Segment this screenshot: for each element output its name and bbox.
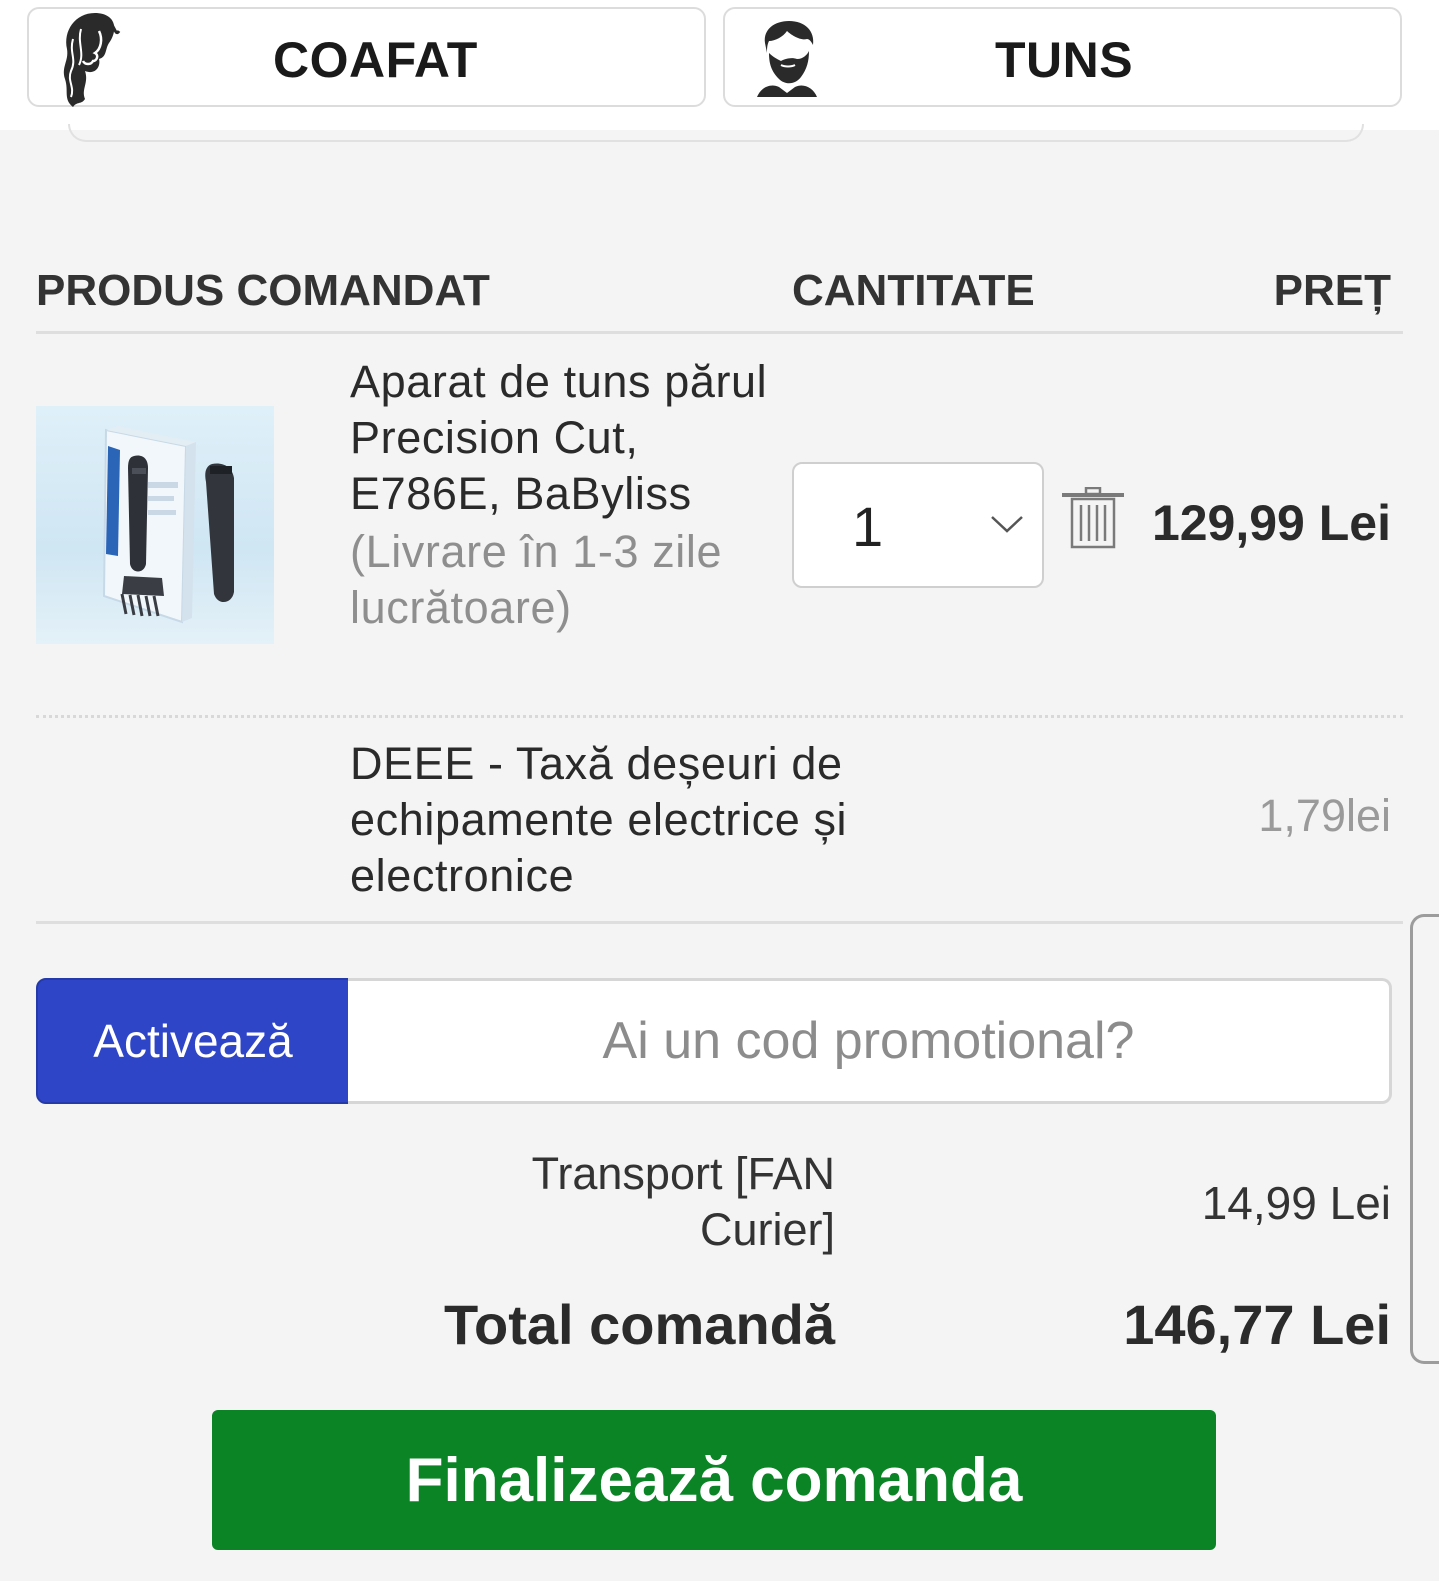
product-name-text: Aparat de tuns părul Precision Cut, E786… [350, 356, 768, 519]
category-coafat-label: COAFAT [273, 32, 478, 88]
woman-hair-icon [55, 9, 125, 114]
bearded-man-icon [751, 19, 821, 104]
category-bar: COAFAT TUNS [0, 0, 1439, 130]
quantity-select[interactable]: 1 [792, 462, 1044, 588]
delivery-estimate: (Livrare în 1-3 zile lucrătoare) [350, 526, 723, 633]
search-bar-edge [68, 124, 1364, 142]
total-label: Total comandă [443, 1293, 835, 1356]
total-price: 146,77 Lei [1123, 1293, 1391, 1356]
fee-name: DEEE - Taxă deșeuri de echipamente elect… [350, 738, 848, 901]
item-divider [36, 715, 1403, 718]
product-title[interactable]: Aparat de tuns părul Precision Cut, E786… [350, 354, 770, 636]
fee-price: 1,79lei [1258, 790, 1391, 841]
category-tuns-button[interactable]: TUNS [723, 7, 1402, 107]
header-divider [36, 331, 1403, 334]
side-panel-edge[interactable] [1410, 914, 1439, 1364]
category-coafat-button[interactable]: COAFAT [27, 7, 706, 107]
item-price: 129,99 Lei [1151, 495, 1391, 551]
quantity-value: 1 [852, 495, 884, 558]
transport-price: 14,99 Lei [1201, 1177, 1391, 1229]
header-quantity: CANTITATE [792, 266, 1035, 315]
activate-promo-button[interactable]: Activează [36, 978, 350, 1104]
chevron-down-icon [990, 514, 1024, 539]
finalize-order-button[interactable]: Finalizează comanda [212, 1410, 1216, 1550]
category-tuns-label: TUNS [995, 32, 1134, 88]
fee-divider [36, 921, 1403, 924]
delete-item-icon[interactable] [1060, 486, 1126, 554]
promo-code-input[interactable] [348, 978, 1392, 1104]
header-product: PRODUS COMANDAT [36, 266, 490, 315]
header-price: PREȚ [1273, 266, 1391, 315]
product-image[interactable] [36, 406, 274, 644]
transport-label: Transport [FAN Curier] [531, 1148, 835, 1255]
